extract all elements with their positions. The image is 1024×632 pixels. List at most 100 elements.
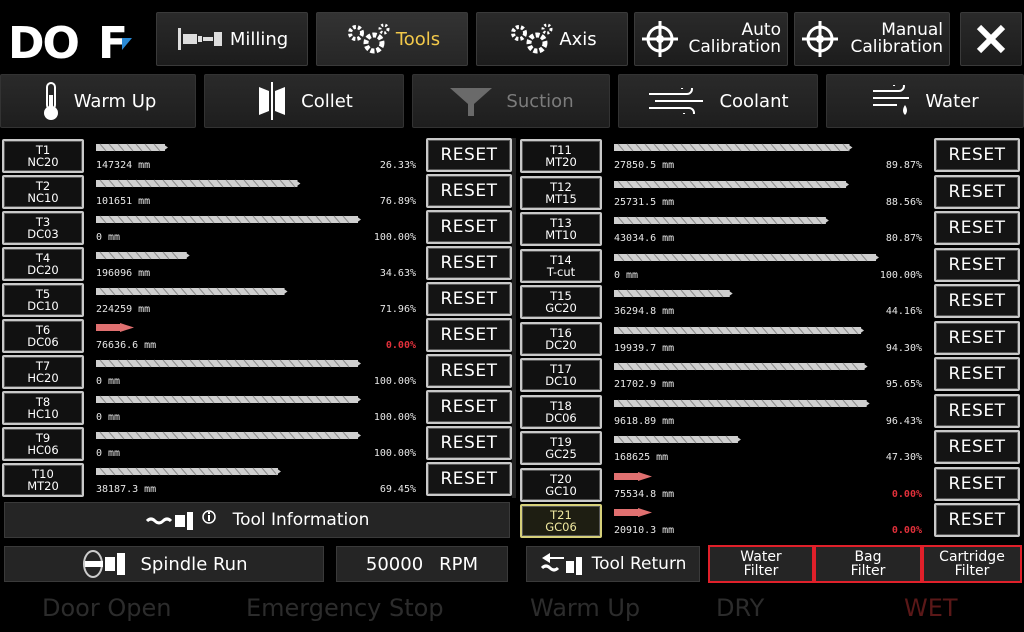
tab-auto-calibration[interactable]: Auto Calibration <box>634 12 788 66</box>
tool-slot-button[interactable]: T12 MT15 <box>520 175 602 210</box>
collet-label: Collet <box>301 90 353 112</box>
tool-life-bar <box>614 180 850 188</box>
bag-filter-button[interactable]: Bag Filter <box>814 545 922 583</box>
tool-usage-distance: 224259 mm <box>96 304 151 315</box>
tool-usage-distance: 76636.6 mm <box>96 340 157 351</box>
tool-slot-button[interactable]: T10 MT20 <box>2 463 84 497</box>
reset-button[interactable]: RESET <box>426 354 512 388</box>
tool-slot-type: NC20 <box>27 155 59 169</box>
tool-slot-type: MT15 <box>545 191 577 206</box>
reset-button[interactable]: RESET <box>934 430 1020 464</box>
tool-slot-button[interactable]: T19 GC25 <box>520 431 602 465</box>
tool-life-percent: 71.96% <box>379 304 416 315</box>
tool-life-percent: 100.00% <box>879 269 922 281</box>
tool-life-percent: 26.33% <box>379 160 416 171</box>
tool-slot-button[interactable]: T11 MT20 <box>520 139 602 173</box>
tool-slot-button[interactable]: T2 NC10 <box>2 175 84 209</box>
tool-slot-button[interactable]: T5 DC10 <box>2 283 84 317</box>
tool-row: T12 MT15 25731.5 mm 88.56% RESET <box>520 174 1020 211</box>
tool-life-percent: 44.16% <box>885 306 922 317</box>
reset-button[interactable]: RESET <box>426 210 512 244</box>
tool-life-percent: 0.00% <box>385 340 416 351</box>
tool-slot-button[interactable]: T21 GC06 <box>520 504 602 538</box>
tool-row: T13 MT10 43034.6 mm 80.87% RESET <box>520 211 1020 247</box>
tool-slot-button[interactable]: T4 DC20 <box>2 247 84 281</box>
cartridge-filter-line2: Filter <box>954 563 990 579</box>
reset-button[interactable]: RESET <box>426 174 512 208</box>
reset-button[interactable]: RESET <box>934 357 1020 391</box>
tool-life-bar <box>96 323 134 332</box>
reset-button[interactable]: RESET <box>426 138 512 172</box>
tool-slot-button[interactable]: T6 DC06 <box>2 319 84 353</box>
tool-slot-button[interactable]: T16 DC20 <box>520 321 602 356</box>
tool-usage-distance: 147324 mm <box>96 160 151 171</box>
tool-slot-button[interactable]: T3 DC03 <box>2 211 84 245</box>
rpm-display[interactable]: 50000 RPM <box>336 546 508 582</box>
tool-life-percent: 96.43% <box>885 415 922 427</box>
reset-button[interactable]: RESET <box>426 390 512 424</box>
status-wet: WET <box>904 594 958 622</box>
reset-button[interactable]: RESET <box>934 393 1020 428</box>
tool-life-percent: 76.89% <box>379 196 416 207</box>
tool-information-button[interactable]: Tool Information <box>4 502 510 538</box>
tool-slot-button[interactable]: T20 GC10 <box>520 467 602 502</box>
tab-axis-label: Axis <box>559 28 597 50</box>
tool-slot-button[interactable]: T14 T-cut <box>520 248 602 283</box>
tab-manual-calibration[interactable]: Manual Calibration <box>794 12 950 66</box>
reset-button[interactable]: RESET <box>934 174 1020 209</box>
warm-up-label: Warm Up <box>73 90 157 112</box>
reset-button[interactable]: RESET <box>934 503 1020 537</box>
tab-milling-label: Milling <box>229 28 289 50</box>
tool-slot-type: DC10 <box>545 374 577 388</box>
reset-button[interactable]: RESET <box>934 284 1020 318</box>
reset-button[interactable]: RESET <box>934 138 1020 172</box>
tab-axis[interactable]: Axis <box>476 12 628 66</box>
tool-life-bar <box>614 435 741 444</box>
tool-slot-type: HC20 <box>27 371 59 385</box>
tool-slot-button[interactable]: T18 DC06 <box>520 394 602 429</box>
tool-life-bar <box>614 253 879 261</box>
cartridge-filter-button[interactable]: Cartridge Filter <box>922 545 1022 583</box>
reset-button[interactable]: RESET <box>934 247 1020 282</box>
reset-button[interactable]: RESET <box>934 320 1020 355</box>
tab-tools-label: Tools <box>395 28 441 50</box>
tool-life-bar <box>96 179 301 188</box>
tool-return-label: Tool Return <box>591 554 687 574</box>
thermometer-icon <box>43 82 58 120</box>
suction-button[interactable]: Suction <box>412 74 610 128</box>
coolant-button[interactable]: Coolant <box>618 74 818 128</box>
tool-slot-type: GC10 <box>545 483 577 498</box>
collet-button[interactable]: Collet <box>204 74 404 128</box>
tool-usage-distance: 20910.3 mm <box>614 525 675 536</box>
tool-slot-type: HC06 <box>27 443 59 457</box>
tool-information-label: Tool Information <box>232 510 370 530</box>
water-filter-button[interactable]: Water Filter <box>708 545 814 583</box>
reset-button[interactable]: RESET <box>934 211 1020 245</box>
reset-button[interactable]: RESET <box>426 318 512 352</box>
reset-button[interactable]: RESET <box>426 246 512 280</box>
tool-slot-button[interactable]: T17 DC10 <box>520 358 602 392</box>
reset-button[interactable]: RESET <box>426 426 512 460</box>
tool-slot-button[interactable]: T9 HC06 <box>2 427 84 461</box>
rpm-unit: RPM <box>439 553 479 575</box>
reset-button[interactable]: RESET <box>426 462 512 496</box>
reset-button[interactable]: RESET <box>934 466 1020 501</box>
tool-row: T6 DC06 76636.6 mm 0.00% RESET <box>2 318 512 354</box>
tool-return-button[interactable]: Tool Return <box>526 546 700 582</box>
tab-tools[interactable]: Tools <box>316 12 468 66</box>
svg-text:DO: DO <box>8 18 79 64</box>
tool-slot-button[interactable]: T15 GC20 <box>520 285 602 319</box>
tool-slot-button[interactable]: T13 MT10 <box>520 212 602 246</box>
spindle-run-button[interactable]: Spindle Run <box>4 546 324 582</box>
water-button[interactable]: Water <box>826 74 1024 128</box>
tab-milling[interactable]: Milling <box>156 12 308 66</box>
warm-up-button[interactable]: Warm Up <box>0 74 196 128</box>
tool-row: T5 DC10 224259 mm 71.96% RESET <box>2 282 512 318</box>
tool-slot-button[interactable]: T7 HC20 <box>2 355 84 389</box>
tool-slot-button[interactable]: T8 HC10 <box>2 391 84 425</box>
tool-slot-button[interactable]: T1 NC20 <box>2 139 84 173</box>
close-button[interactable] <box>960 12 1022 66</box>
tool-life-percent: 100.00% <box>373 448 416 459</box>
reset-button[interactable]: RESET <box>426 282 512 316</box>
tool-slot-type: DC10 <box>27 299 59 313</box>
